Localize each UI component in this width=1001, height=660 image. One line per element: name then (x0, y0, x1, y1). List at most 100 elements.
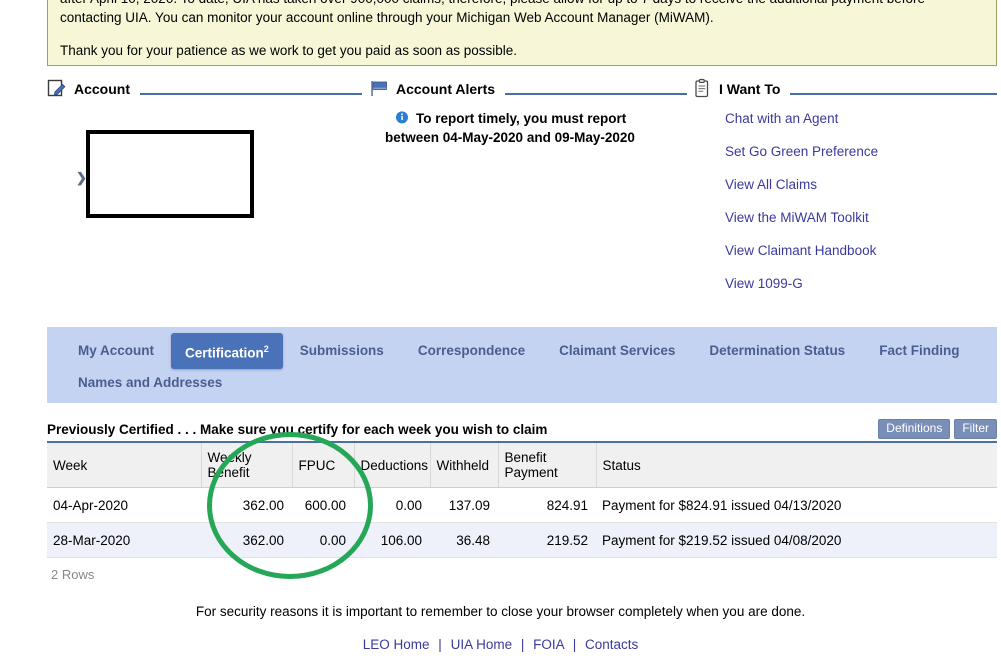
cell-withheld: 137.09 (430, 487, 498, 523)
column-header-fpuc[interactable]: FPUC (292, 443, 355, 488)
alert-item: To report timely, you must report betwee… (371, 109, 687, 147)
page-footer: For security reasons it is important to … (0, 604, 1001, 652)
i-want-to-link-chat-with-an-agent[interactable]: Chat with an Agent (725, 111, 997, 127)
cell-benefit-payment: 824.91 (498, 487, 596, 523)
tab-fact-finding-label: Fact Finding (879, 343, 960, 358)
filter-button[interactable]: Filter (954, 418, 997, 439)
table-row[interactable]: 28-Mar-2020 362.00 0.00 106.00 36.48 219… (47, 522, 997, 558)
definitions-button[interactable]: Definitions (878, 418, 951, 439)
flag-icon (369, 78, 389, 98)
info-icon (395, 111, 409, 125)
footer-link-foia[interactable]: FOIA (533, 637, 564, 652)
notice-line-2: contacting UIA. You can monitor your acc… (60, 10, 714, 25)
i-want-to-link-list: Chat with an Agent Set Go Green Preferen… (692, 98, 997, 292)
footer-link-uia-home[interactable]: UIA Home (451, 637, 513, 652)
notice-banner: after April 10, 2020. To date, UIA has t… (47, 0, 997, 66)
cell-deductions: 0.00 (354, 487, 430, 523)
account-panel-header: Account (47, 76, 362, 98)
edit-document-icon (47, 78, 67, 98)
tab-determination-status[interactable]: Determination Status (692, 335, 862, 367)
cell-week: 28-Mar-2020 (47, 522, 201, 558)
account-alerts-panel-title: Account Alerts (396, 81, 496, 97)
tab-correspondence[interactable]: Correspondence (401, 335, 542, 367)
security-notice: For security reasons it is important to … (195, 604, 806, 619)
footer-link-bar: LEO Home | UIA Home | FOIA | Contacts (0, 637, 1001, 652)
tab-determination-status-label: Determination Status (709, 343, 846, 358)
account-alerts-panel: Account Alerts To report timely, you mus… (369, 76, 687, 147)
column-header-withheld[interactable]: Withheld (430, 443, 499, 488)
i-want-to-link-view-all-claims[interactable]: View All Claims (725, 177, 997, 193)
table-caption: Previously Certified . . . Make sure you… (47, 421, 548, 437)
cell-week: 04-Apr-2020 (47, 487, 201, 523)
tab-certification[interactable]: Certification2 (171, 332, 283, 370)
tab-submissions-label: Submissions (299, 343, 384, 358)
alert-message-line-2: between 04-May-2020 and 09-May-2020 (385, 130, 635, 145)
account-redaction-box (86, 130, 254, 218)
account-panel-title: Account (74, 81, 130, 97)
tab-names-and-addresses[interactable]: Names and Addresses (61, 367, 239, 399)
i-want-to-link-view-1099-g[interactable]: View 1099-G (725, 276, 997, 292)
table-header: Week Weekly Benefit FPUC Deductions With… (47, 443, 997, 488)
footer-separator: | (572, 637, 577, 652)
tab-fact-finding[interactable]: Fact Finding (862, 335, 976, 367)
i-want-to-panel-rule (790, 93, 997, 95)
tab-correspondence-label: Correspondence (417, 343, 526, 358)
account-panel-body: ❯ (47, 98, 362, 288)
tab-certification-label: Certification (185, 345, 264, 361)
tab-claimant-services-label: Claimant Services (559, 343, 676, 358)
table-action-buttons: Definitions Filter (878, 418, 997, 440)
account-alerts-panel-rule (505, 93, 687, 95)
cell-weekly-benefit: 362.00 (201, 487, 292, 523)
account-panel: Account ❯ (47, 76, 362, 288)
cell-status: Payment for $219.52 issued 04/08/2020 (596, 522, 997, 558)
row-count-label: 2 Rows (51, 567, 95, 582)
table-body: 04-Apr-2020 362.00 600.00 0.00 137.09 82… (47, 487, 997, 558)
cell-benefit-payment: 219.52 (498, 522, 596, 558)
table-caption-row: Previously Certified . . . Make sure you… (47, 418, 997, 443)
alert-message-line-1: To report timely, you must report (416, 111, 627, 126)
tab-my-account[interactable]: My Account (61, 335, 171, 367)
notice-spacer (60, 27, 986, 41)
table-row[interactable]: 04-Apr-2020 362.00 600.00 0.00 137.09 82… (47, 487, 997, 523)
column-header-status[interactable]: Status (596, 443, 997, 488)
cell-status: Payment for $824.91 issued 04/13/2020 (596, 487, 997, 523)
footer-separator: | (438, 637, 442, 652)
clipboard-icon (692, 78, 712, 98)
footer-link-contacts[interactable]: Contacts (585, 637, 638, 652)
cell-fpuc: 600.00 (292, 487, 354, 523)
account-alerts-body: To report timely, you must report betwee… (369, 98, 687, 147)
footer-separator: | (520, 637, 525, 652)
i-want-to-panel-header: I Want To (692, 76, 997, 98)
notice-line-3: Thank you for your patience as we work t… (60, 43, 518, 58)
account-panel-rule (140, 93, 362, 95)
i-want-to-link-view-claimant-handbook[interactable]: View Claimant Handbook (725, 243, 997, 259)
tab-certification-badge: 2 (263, 343, 269, 354)
cell-fpuc: 0.00 (292, 522, 354, 558)
notice-line-1: after April 10, 2020. To date, UIA has t… (60, 0, 986, 8)
tab-row-secondary: Names and Addresses (47, 367, 997, 399)
column-header-weekly-benefit[interactable]: Weekly Benefit (201, 443, 293, 488)
cell-deductions: 106.00 (354, 522, 430, 558)
i-want-to-panel: I Want To Chat with an Agent Set Go Gree… (692, 76, 997, 309)
tab-my-account-label: My Account (78, 343, 155, 358)
certified-weeks-table: Week Weekly Benefit FPUC Deductions With… (47, 443, 997, 558)
main-tab-bar: My Account Certification2 Submissions Co… (47, 327, 997, 403)
cell-weekly-benefit: 362.00 (201, 522, 292, 558)
i-want-to-link-view-the-miwam-toolkit[interactable]: View the MiWAM Toolkit (725, 210, 997, 226)
alert-message: To report timely, you must report betwee… (385, 109, 635, 147)
table-header-row: Week Weekly Benefit FPUC Deductions With… (47, 443, 997, 488)
tab-claimant-services[interactable]: Claimant Services (542, 335, 692, 367)
account-alerts-panel-header: Account Alerts (369, 76, 687, 98)
cell-withheld: 36.48 (430, 522, 498, 558)
i-want-to-panel-title: I Want To (719, 81, 781, 97)
panel-row: Account ❯ Account Alerts To report timel… (47, 76, 997, 301)
tab-row-primary: My Account Certification2 Submissions Co… (47, 332, 997, 370)
column-header-week[interactable]: Week (47, 443, 202, 488)
tab-names-and-addresses-label: Names and Addresses (78, 375, 223, 390)
footer-link-leo-home[interactable]: LEO Home (363, 637, 430, 652)
tab-submissions[interactable]: Submissions (283, 335, 401, 367)
column-header-benefit-payment[interactable]: Benefit Payment (498, 443, 597, 488)
i-want-to-link-set-go-green-preference[interactable]: Set Go Green Preference (725, 144, 997, 160)
column-header-deductions[interactable]: Deductions (354, 443, 431, 488)
previously-certified-section: Previously Certified . . . Make sure you… (47, 418, 997, 582)
